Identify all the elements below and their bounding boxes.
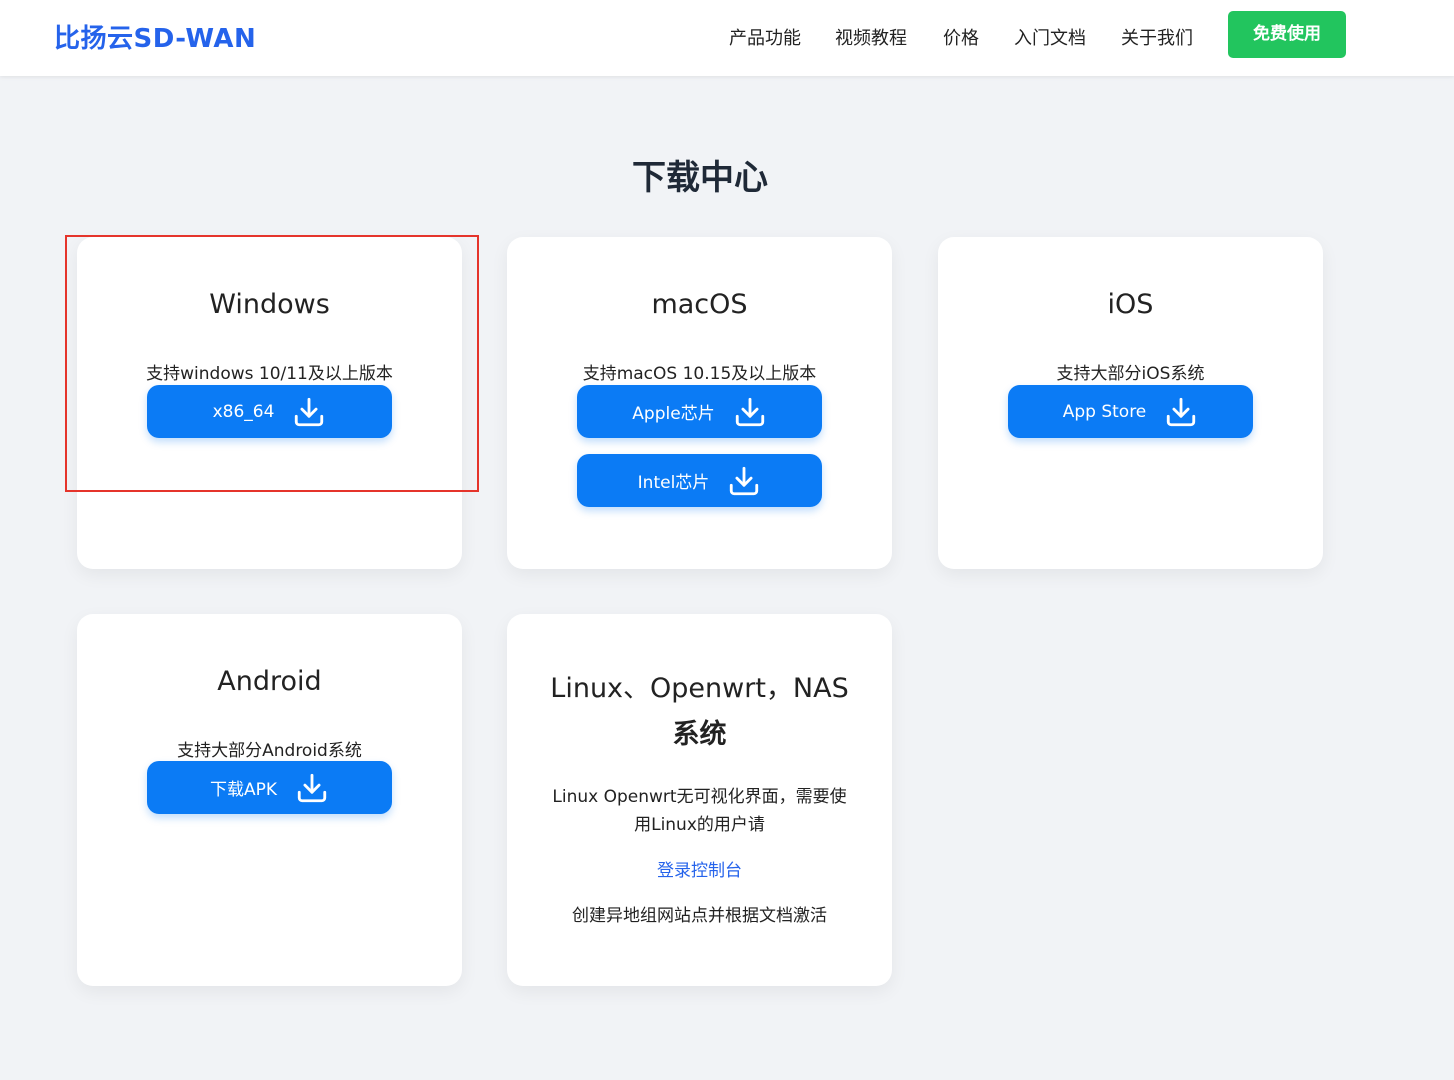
download-icon: [1167, 397, 1196, 426]
download-macos-apple-silicon-button[interactable]: Apple芯片: [577, 385, 822, 438]
macos-card: macOS 支持macOS 10.15及以上版本 Apple芯片 Intel芯片: [507, 237, 892, 569]
button-label: x86_64: [212, 401, 275, 422]
card-description: 支持macOS 10.15及以上版本: [582, 364, 817, 384]
card-title: macOS: [651, 289, 748, 320]
button-label: 下载APK: [209, 780, 278, 800]
card-description: 支持大部分iOS系统: [1056, 364, 1205, 384]
android-card: Android 支持大部分Android系统 下载APK: [77, 614, 462, 986]
button-label: Apple芯片: [632, 404, 715, 424]
download-icon: [735, 397, 764, 426]
card-title: iOS: [1107, 289, 1154, 320]
download-windows-x86-64-button[interactable]: x86_64: [147, 385, 392, 438]
card-description-line1: Linux Openwrt无可视化界面，需要使: [552, 787, 847, 807]
page-title: 下载中心: [632, 158, 768, 198]
linux-openwrt-nas-card: Linux、Openwrt，NAS 系统 Linux Openwrt无可视化界面…: [507, 614, 892, 986]
download-android-apk-button[interactable]: 下载APK: [147, 761, 392, 814]
download-ios-app-store-button[interactable]: App Store: [1008, 385, 1253, 438]
free-trial-button[interactable]: 免费使用: [1228, 11, 1346, 58]
ios-card: iOS 支持大部分iOS系统 App Store: [938, 237, 1323, 569]
button-label: App Store: [1062, 401, 1147, 422]
card-title-line1: Linux、Openwrt，NAS: [550, 673, 849, 704]
top-navbar: 比扬云SD-WAN 产品功能 视频教程 价格 入门文档 关于我们 免费使用: [0, 0, 1454, 76]
download-icon: [297, 773, 327, 802]
nav-item-about-us[interactable]: 关于我们: [1121, 24, 1193, 50]
nav-item-video-tutorials[interactable]: 视频教程: [835, 24, 907, 50]
nav-item-getting-started-docs[interactable]: 入门文档: [1014, 24, 1086, 50]
download-macos-intel-button[interactable]: Intel芯片: [577, 454, 822, 507]
nav-item-product-features[interactable]: 产品功能: [729, 24, 801, 50]
nav-item-pricing[interactable]: 价格: [943, 24, 979, 50]
login-console-link[interactable]: 登录控制台: [507, 856, 892, 881]
activation-note: 创建异地组网站点并根据文档激活: [572, 906, 827, 926]
card-title: Android: [217, 666, 322, 697]
download-icon: [295, 397, 324, 426]
card-description-line2: 用Linux的用户请: [634, 815, 765, 835]
card-title-line2: 系统: [672, 719, 727, 750]
card-description: 支持windows 10/11及以上版本: [146, 364, 393, 384]
windows-card: Windows 支持windows 10/11及以上版本 x86_64: [77, 237, 462, 569]
logo[interactable]: 比扬云SD-WAN: [54, 18, 256, 55]
card-description: 支持大部分Android系统: [177, 741, 362, 761]
download-icon: [730, 466, 759, 495]
button-label: Intel芯片: [637, 473, 710, 493]
card-title: Windows: [209, 289, 330, 320]
